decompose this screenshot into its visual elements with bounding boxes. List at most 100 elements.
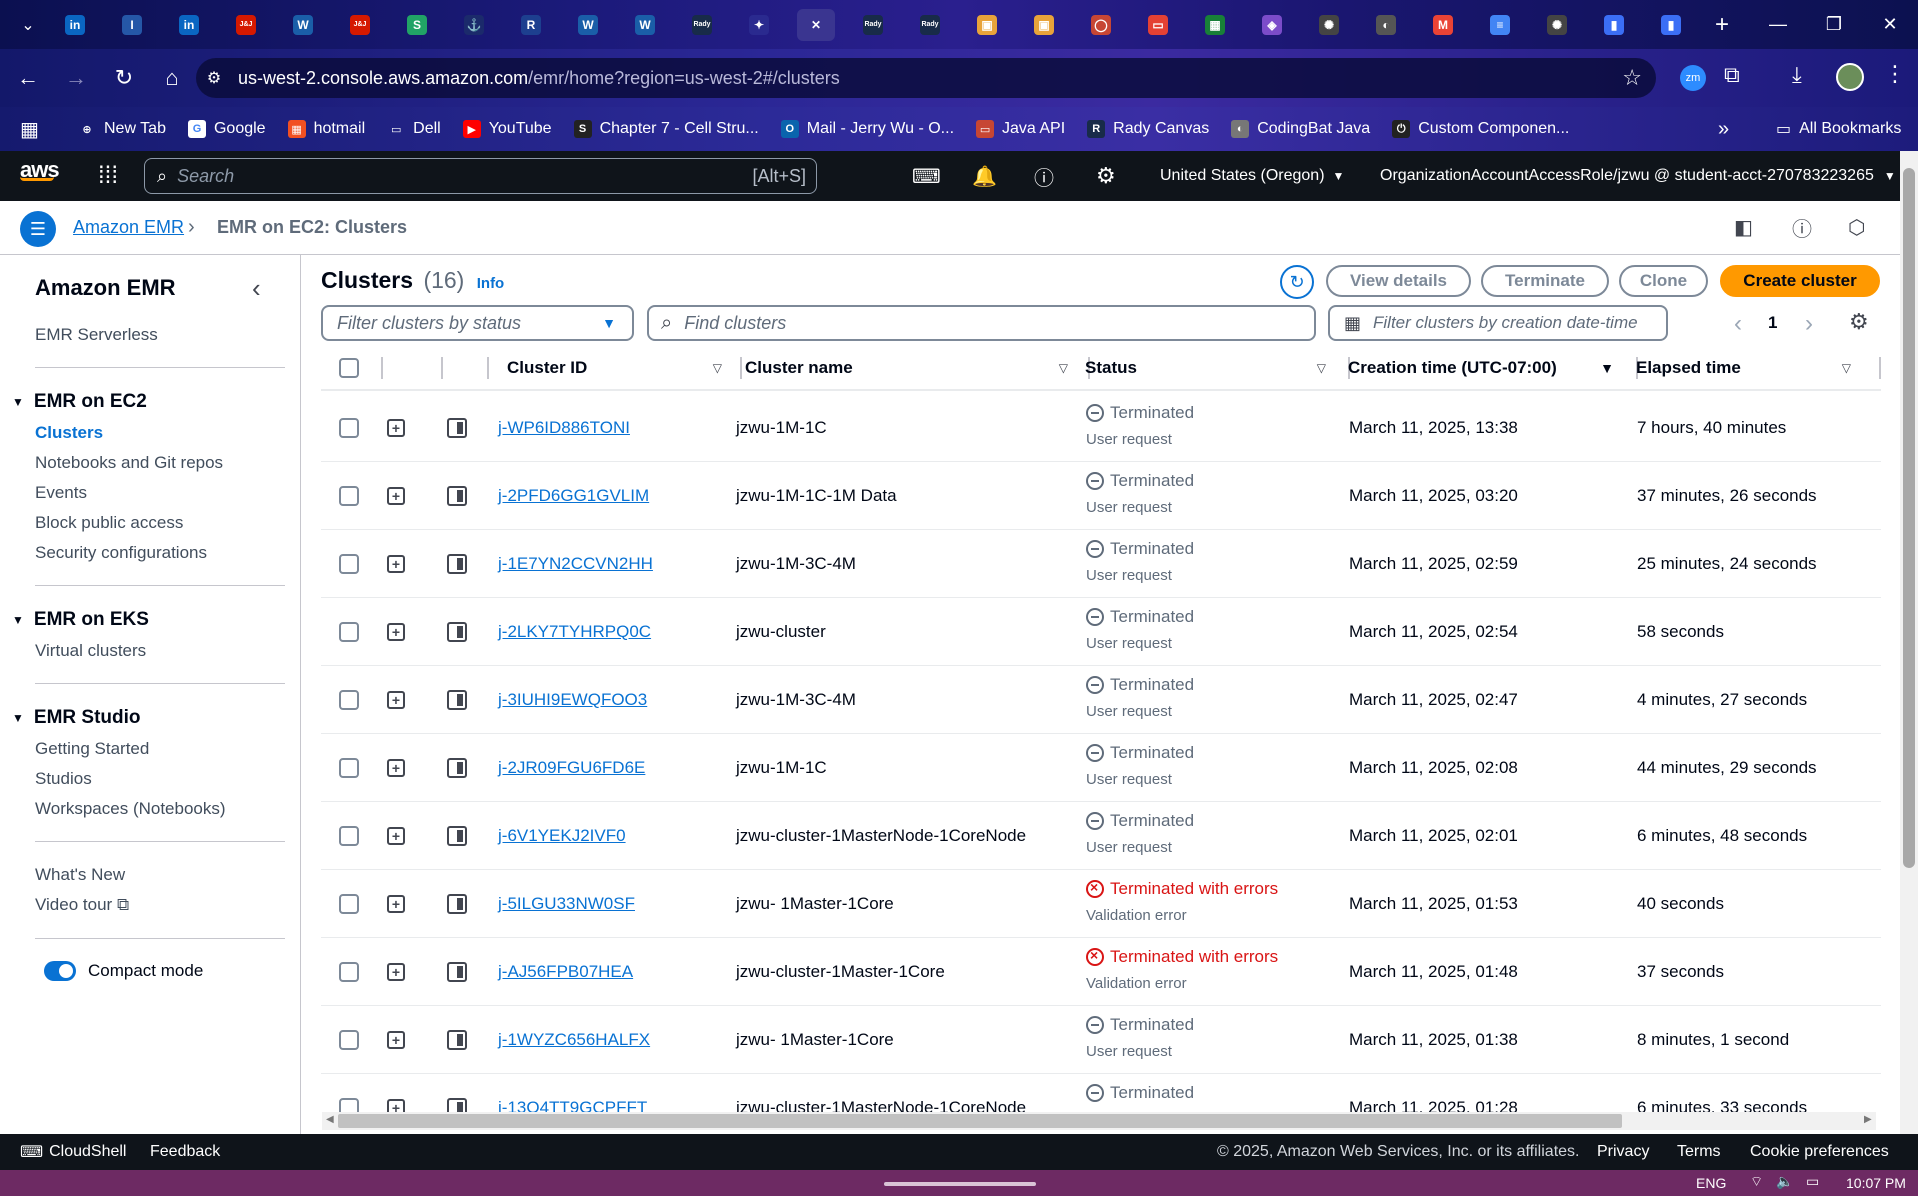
sidebar-section-emr-on-eks[interactable]: ▼ EMR on EKS	[12, 609, 149, 631]
aws-search-input[interactable]: ⌕ Search [Alt+S]	[144, 158, 817, 194]
cluster-id-link[interactable]: j-2JR09FGU6FD6E	[498, 758, 645, 778]
sidebar-section-emr-on-ec2[interactable]: ▼ EMR on EC2	[12, 391, 147, 413]
browser-tab[interactable]: ≡	[1481, 9, 1519, 41]
refresh-icon[interactable]: ↻	[1280, 265, 1314, 299]
aws-logo[interactable]: aws	[20, 157, 60, 182]
bookmark-item[interactable]: O Mail - Jerry Wu - O...	[780, 120, 954, 138]
bookmark-item[interactable]: ⊕ New Tab	[78, 120, 166, 138]
row-details-pane-icon[interactable]	[447, 758, 467, 778]
sort-caret-icon[interactable]: ▼	[1600, 360, 1614, 376]
browser-tab[interactable]: ▣	[968, 9, 1006, 41]
cluster-id-link[interactable]: j-5ILGU33NW0SF	[498, 894, 635, 914]
browser-tab[interactable]: J&J	[227, 9, 265, 41]
page-number[interactable]: 1	[1768, 313, 1777, 333]
home-icon[interactable]: ⌂	[152, 58, 192, 98]
breadcrumb-root-link[interactable]: Amazon EMR	[73, 217, 184, 238]
browser-tab[interactable]: M	[1424, 9, 1462, 41]
header-cluster-name[interactable]: Cluster name ▽	[745, 345, 1090, 391]
info-link[interactable]: Info	[477, 275, 505, 292]
header-cluster-id[interactable]: Cluster ID ▽	[507, 345, 742, 391]
browser-tab[interactable]: W	[569, 9, 607, 41]
taskbar-handle[interactable]	[884, 1182, 1036, 1186]
new-tab-plus-icon[interactable]: +	[1715, 11, 1729, 39]
browser-tab[interactable]: ◐	[1367, 9, 1405, 41]
cluster-id-link[interactable]: j-3IUHI9EWQFOO3	[498, 690, 647, 710]
browser-tab[interactable]: ✕	[797, 8, 835, 41]
sort-caret-icon[interactable]: ▽	[1317, 361, 1326, 375]
split-panel-icon[interactable]: ◧	[1734, 215, 1753, 240]
battery-icon[interactable]: ▭	[1806, 1173, 1819, 1190]
table-settings-icon[interactable]: ⚙	[1849, 309, 1869, 335]
browser-tab[interactable]: W	[284, 9, 322, 41]
minimize-icon[interactable]: —	[1750, 0, 1806, 49]
row-details-pane-icon[interactable]	[447, 418, 467, 438]
horizontal-scrollbar-thumb[interactable]	[338, 1114, 1622, 1128]
scroll-left-arrow-icon[interactable]: ◀	[326, 1114, 334, 1125]
expand-row-icon[interactable]: +	[387, 963, 405, 981]
next-page-icon[interactable]: ›	[1805, 310, 1813, 338]
collapse-sidebar-icon[interactable]: ‹	[252, 273, 261, 304]
sidebar-item-emr-serverless[interactable]: EMR Serverless	[35, 325, 158, 345]
table-row[interactable]: + j-WP6ID886TONI jzwu-1M-1C Terminated User …	[321, 394, 1881, 462]
table-row[interactable]: + j-6V1YEKJ2IVF0 jzwu-cluster-1MasterNode-…	[321, 802, 1881, 870]
help-icon[interactable]: ⓘ	[1034, 151, 1054, 201]
language-indicator[interactable]: ENG	[1696, 1175, 1726, 1191]
table-row[interactable]: + j-5ILGU33NW0SF jzwu- 1Master-1Core Termin…	[321, 870, 1881, 938]
header-elapsed-time[interactable]: Elapsed time ▽	[1636, 345, 1881, 391]
table-row[interactable]: + j-1E7YN2CCVN2HH jzwu-1M-3C-4M Terminated U…	[321, 530, 1881, 598]
close-icon[interactable]: ✕	[806, 15, 826, 35]
browser-tab[interactable]: ▭	[1139, 9, 1177, 41]
settings-gear-icon[interactable]: ⚙	[1096, 151, 1116, 201]
browser-tab[interactable]: W	[626, 9, 664, 41]
info-panel-icon[interactable]: ⓘ	[1792, 213, 1812, 242]
sort-caret-icon[interactable]: ▽	[713, 361, 722, 375]
cloudshell-icon[interactable]: ⌨	[912, 151, 941, 201]
expand-row-icon[interactable]: +	[387, 1031, 405, 1049]
view-details-button[interactable]: View details	[1326, 265, 1471, 297]
sidebar-item-virtual-clusters[interactable]: Virtual clusters	[35, 641, 146, 661]
browser-tab[interactable]: I	[113, 9, 151, 41]
browser-tab[interactable]: ◈	[1253, 9, 1291, 41]
table-row[interactable]: + j-1WYZC656HALFX jzwu- 1Master-1Core Termi…	[321, 1006, 1881, 1074]
cluster-id-link[interactable]: j-AJ56FPB07HEA	[498, 962, 633, 982]
apps-grid-icon[interactable]: ▦	[20, 117, 58, 142]
terminate-button[interactable]: Terminate	[1481, 265, 1609, 297]
create-cluster-button[interactable]: Create cluster	[1720, 265, 1880, 297]
clock[interactable]: 10:07 PM	[1846, 1175, 1906, 1191]
download-icon[interactable]: ⤓	[1792, 62, 1802, 88]
row-details-pane-icon[interactable]	[447, 826, 467, 846]
clone-button[interactable]: Clone	[1619, 265, 1708, 297]
browser-tab[interactable]: Rady	[683, 9, 721, 41]
browser-tab[interactable]: ◯	[1082, 9, 1120, 41]
expand-row-icon[interactable]: +	[387, 555, 405, 573]
bookmark-item[interactable]: G Google	[187, 120, 266, 138]
browser-tab[interactable]: ▣	[1025, 9, 1063, 41]
row-details-pane-icon[interactable]	[447, 486, 467, 506]
privacy-link[interactable]: Privacy	[1597, 1143, 1649, 1161]
row-details-pane-icon[interactable]	[447, 1030, 467, 1050]
row-checkbox[interactable]	[339, 758, 359, 778]
cluster-id-link[interactable]: j-1E7YN2CCVN2HH	[498, 554, 653, 574]
header-status[interactable]: Status ▽	[1085, 345, 1350, 391]
bookmark-item[interactable]: ▭ Dell	[387, 120, 441, 138]
chrome-menu-icon[interactable]: ⋮	[1884, 61, 1906, 87]
browser-tab[interactable]: ⚓	[455, 9, 493, 41]
row-details-pane-icon[interactable]	[447, 622, 467, 642]
row-details-pane-icon[interactable]	[447, 554, 467, 574]
tab-search-chevron-icon[interactable]: ⌄	[14, 15, 42, 35]
sidebar-item-security-configurations[interactable]: Security configurations	[35, 543, 207, 563]
browser-tab[interactable]: ▦	[1196, 9, 1234, 41]
table-row[interactable]: + j-2JR09FGU6FD6E jzwu-1M-1C Terminated User…	[321, 734, 1881, 802]
sidebar-section-emr-studio[interactable]: ▼ EMR Studio	[12, 707, 141, 729]
table-row[interactable]: + j-AJ56FPB07HEA jzwu-cluster-1Master-1Cor…	[321, 938, 1881, 1006]
cluster-id-link[interactable]: j-WP6ID886TONI	[498, 418, 630, 438]
all-bookmarks-folder[interactable]: ▭ All Bookmarks	[1776, 119, 1901, 139]
cluster-id-link[interactable]: j-2PFD6GG1GVLIM	[498, 486, 649, 506]
cluster-id-link[interactable]: j-2LKY7TYHRPQ0C	[498, 622, 651, 642]
back-icon[interactable]: ←	[8, 58, 48, 98]
expand-row-icon[interactable]: +	[387, 691, 405, 709]
bookmark-item[interactable]: ▭ Java API	[976, 120, 1065, 138]
expand-row-icon[interactable]: +	[387, 623, 405, 641]
browser-tab[interactable]: in	[56, 9, 94, 41]
account-menu[interactable]: OrganizationAccountAccessRole/jzwu @ stu…	[1380, 151, 1896, 201]
